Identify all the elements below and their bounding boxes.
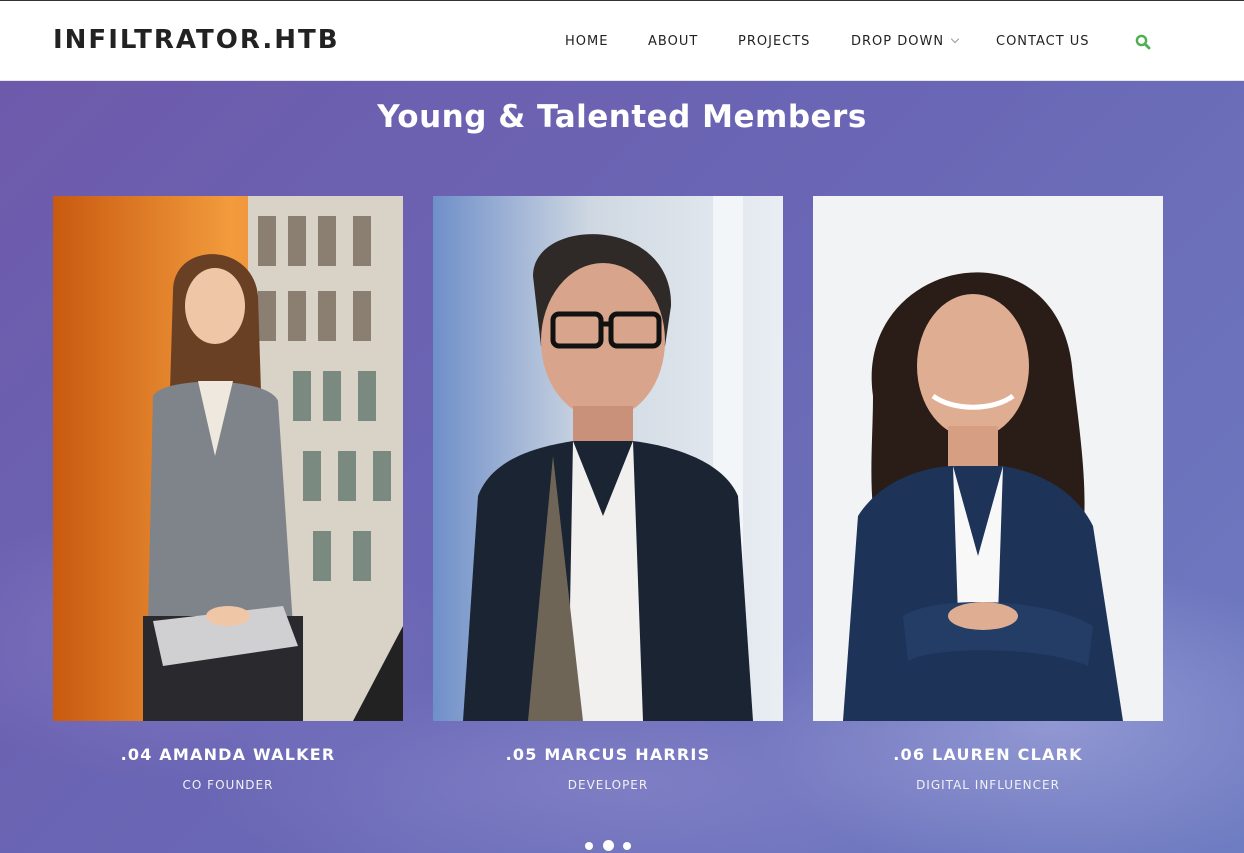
chevron-down-icon xyxy=(950,34,960,44)
member-role: DEVELOPER xyxy=(567,778,649,792)
section-title: Young & Talented Members xyxy=(377,99,867,135)
carousel-dot[interactable] xyxy=(585,842,593,850)
search-icon xyxy=(1135,34,1151,50)
team-section: Young & Talented Members .04 AMANDA WALK… xyxy=(0,81,1244,853)
nav-contact-us[interactable]: CONTACT US xyxy=(996,34,1090,49)
nav-about[interactable]: ABOUT xyxy=(648,34,698,49)
member-name: .06 LAUREN CLARK xyxy=(893,745,1083,764)
team-member-card[interactable]: .06 LAUREN CLARK DIGITAL INFLUENCER xyxy=(813,196,1163,792)
site-header: INFILTRATOR.HTB HOME ABOUT PROJECTS DROP… xyxy=(0,0,1244,81)
member-photo xyxy=(53,196,403,721)
carousel-dot[interactable] xyxy=(623,842,631,850)
member-photo xyxy=(813,196,1163,721)
member-role: DIGITAL INFLUENCER xyxy=(916,778,1060,792)
member-name: .04 AMANDA WALKER xyxy=(120,745,336,764)
nav-drop-down-label: DROP DOWN xyxy=(851,34,945,49)
team-member-card[interactable]: .05 MARCUS HARRIS DEVELOPER xyxy=(433,196,783,792)
team-member-card[interactable]: .04 AMANDA WALKER CO FOUNDER xyxy=(53,196,403,792)
nav-home[interactable]: HOME xyxy=(565,34,608,49)
site-logo[interactable]: INFILTRATOR.HTB xyxy=(53,25,340,55)
member-photo xyxy=(433,196,783,721)
search-button[interactable] xyxy=(1135,34,1151,50)
nav-drop-down[interactable]: DROP DOWN xyxy=(851,34,960,49)
carousel-dot-active[interactable] xyxy=(603,840,614,851)
member-role: CO FOUNDER xyxy=(182,778,274,792)
member-name: .05 MARCUS HARRIS xyxy=(505,745,711,764)
nav-projects[interactable]: PROJECTS xyxy=(738,34,810,49)
